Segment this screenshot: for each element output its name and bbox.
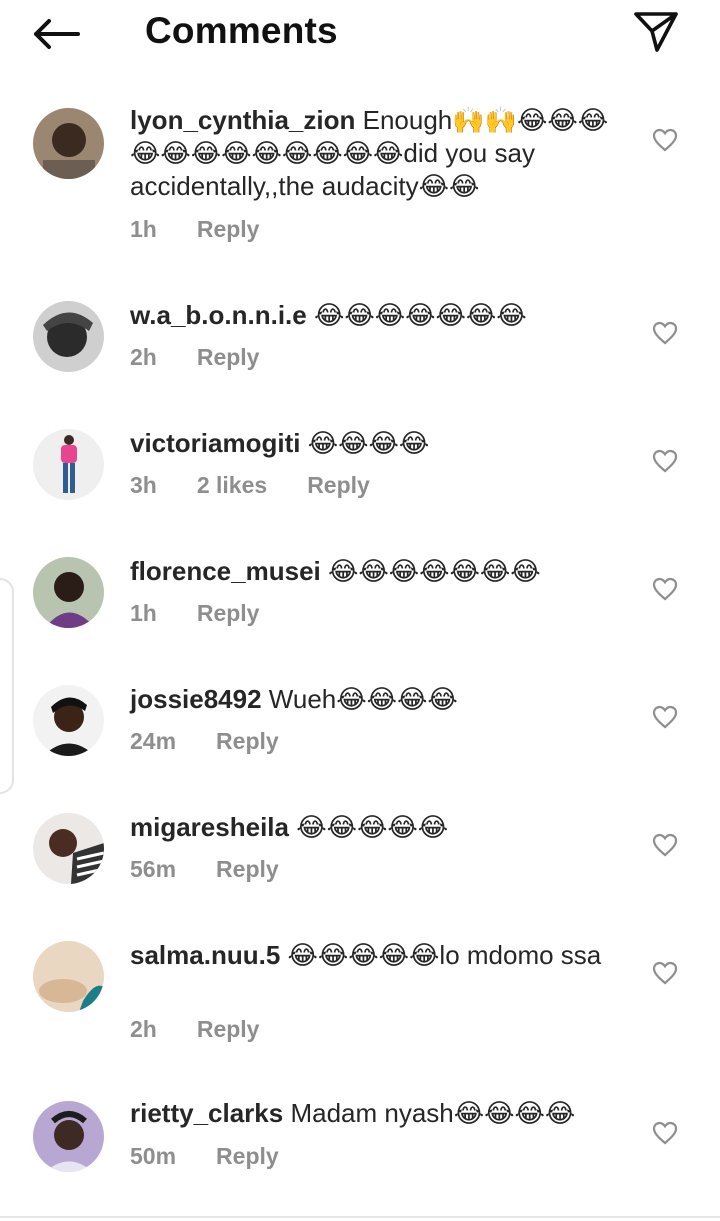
comment-text: 😂😂😂😂 bbox=[307, 428, 430, 458]
comment-meta: 1h Reply bbox=[130, 600, 259, 627]
comment-meta: 2h Reply bbox=[130, 1016, 259, 1043]
comment-meta: 2h Reply bbox=[130, 344, 259, 371]
comment-username[interactable]: florence_musei bbox=[130, 556, 321, 586]
reply-button[interactable]: Reply bbox=[307, 472, 370, 499]
like-button[interactable] bbox=[648, 701, 682, 733]
comment-body: migaresheila 😂😂😂😂😂 bbox=[130, 811, 630, 844]
comment-body: victoriamogiti 😂😂😂😂 bbox=[130, 427, 630, 460]
arrow-left-icon bbox=[34, 19, 80, 49]
reply-button[interactable]: Reply bbox=[216, 728, 279, 755]
reply-button[interactable]: Reply bbox=[216, 856, 279, 883]
comment-text: 😂😂😂😂😂😂😂 bbox=[327, 556, 541, 586]
like-button[interactable] bbox=[648, 445, 682, 477]
comment-time: 1h bbox=[130, 216, 157, 242]
comment-username[interactable]: lyon_cynthia_zion bbox=[130, 105, 355, 135]
heart-outline-icon bbox=[652, 833, 678, 857]
comment-text: 😂😂😂😂😂lo mdomo ssa bbox=[287, 940, 602, 970]
comment-text: 😂😂😂😂😂😂😂 bbox=[313, 300, 527, 330]
heart-outline-icon bbox=[652, 321, 678, 345]
comment-time: 2h bbox=[130, 1016, 157, 1042]
comment-time: 24m bbox=[130, 728, 177, 754]
like-button[interactable] bbox=[648, 957, 682, 989]
avatar[interactable] bbox=[33, 685, 104, 756]
heart-outline-icon bbox=[652, 577, 678, 601]
share-button[interactable] bbox=[628, 8, 684, 56]
comment-meta: 56m Reply bbox=[130, 856, 279, 883]
heart-outline-icon bbox=[652, 128, 678, 152]
comment-username[interactable]: victoriamogiti bbox=[130, 428, 300, 458]
comment-meta: 24m Reply bbox=[130, 728, 279, 755]
heart-outline-icon bbox=[652, 961, 678, 985]
avatar[interactable] bbox=[33, 429, 104, 500]
comment-body: florence_musei 😂😂😂😂😂😂😂 bbox=[130, 555, 630, 588]
like-button[interactable] bbox=[648, 317, 682, 349]
comment-time: 1h bbox=[130, 600, 157, 626]
reply-button[interactable]: Reply bbox=[197, 1016, 260, 1043]
reply-button[interactable]: Reply bbox=[197, 216, 260, 243]
comment-username[interactable]: w.a_b.o.n.n.i.e bbox=[130, 300, 307, 330]
like-button[interactable] bbox=[648, 124, 682, 156]
comment-likes-count[interactable]: 2 likes bbox=[197, 472, 267, 499]
comment-text: Madam nyash😂😂😂😂 bbox=[290, 1098, 576, 1128]
comment-username[interactable]: migaresheila bbox=[130, 812, 289, 842]
comment-text: Wueh😂😂😂😂 bbox=[268, 684, 458, 714]
comment-username[interactable]: jossie8492 bbox=[130, 684, 262, 714]
like-button[interactable] bbox=[648, 1117, 682, 1149]
comment-time: 3h bbox=[130, 472, 157, 498]
comment-time: 2h bbox=[130, 344, 157, 370]
header-bar: Comments bbox=[0, 0, 720, 66]
comment-time: 50m bbox=[130, 1143, 177, 1169]
avatar[interactable] bbox=[33, 813, 104, 884]
comment-body: lyon_cynthia_zion Enough🙌🙌😂😂😂😂😂😂😂😂😂😂😂😂di… bbox=[130, 104, 630, 203]
page-title: Comments bbox=[145, 10, 338, 51]
reply-button[interactable]: Reply bbox=[197, 344, 260, 371]
avatar[interactable] bbox=[33, 108, 104, 179]
avatar[interactable] bbox=[33, 941, 104, 1012]
comment-username[interactable]: rietty_clarks bbox=[130, 1098, 283, 1128]
comment-meta: 50m Reply bbox=[130, 1143, 279, 1170]
reply-button[interactable]: Reply bbox=[216, 1143, 279, 1170]
comment-meta: 1h Reply bbox=[130, 216, 259, 243]
avatar[interactable] bbox=[33, 1101, 104, 1172]
comment-time: 56m bbox=[130, 856, 177, 882]
avatar[interactable] bbox=[33, 557, 104, 628]
comment-body: salma.nuu.5 😂😂😂😂😂lo mdomo ssa bbox=[130, 939, 630, 972]
reply-button[interactable]: Reply bbox=[197, 600, 260, 627]
paper-plane-icon bbox=[634, 12, 678, 52]
like-button[interactable] bbox=[648, 829, 682, 861]
heart-outline-icon bbox=[652, 1121, 678, 1145]
comment-text: 😂😂😂😂😂 bbox=[296, 812, 449, 842]
like-button[interactable] bbox=[648, 573, 682, 605]
heart-outline-icon bbox=[652, 705, 678, 729]
heart-outline-icon bbox=[652, 449, 678, 473]
back-button[interactable] bbox=[28, 12, 84, 56]
avatar[interactable] bbox=[33, 301, 104, 372]
comment-meta: 3h 2 likes Reply bbox=[130, 472, 370, 499]
comment-body: rietty_clarks Madam nyash😂😂😂😂 bbox=[130, 1097, 630, 1130]
comment-username[interactable]: salma.nuu.5 bbox=[130, 940, 280, 970]
scroll-edge-indicator[interactable] bbox=[0, 578, 14, 794]
comment-body: jossie8492 Wueh😂😂😂😂 bbox=[130, 683, 630, 716]
divider bbox=[0, 1216, 720, 1218]
comment-body: w.a_b.o.n.n.i.e 😂😂😂😂😂😂😂 bbox=[130, 299, 630, 332]
